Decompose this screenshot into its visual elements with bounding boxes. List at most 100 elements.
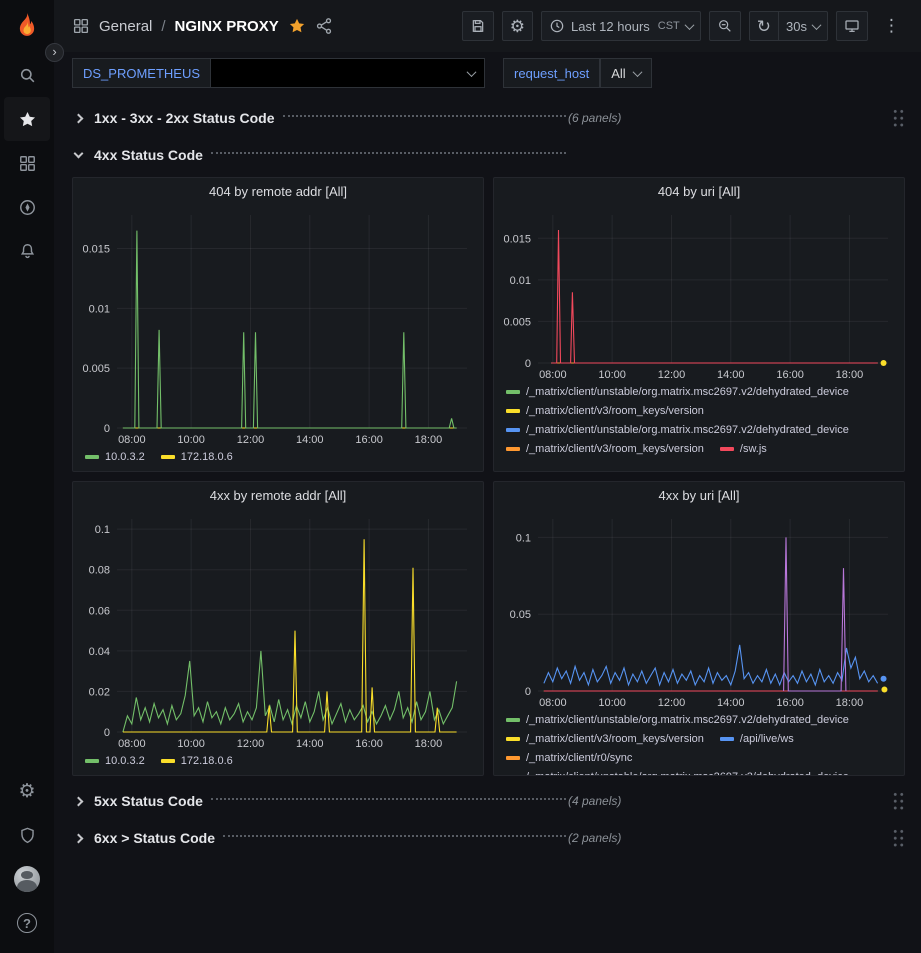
panel-title[interactable]: 4xx by uri [All]: [494, 482, 904, 510]
row-panel-count: (2 panels): [568, 831, 621, 845]
svg-text:12:00: 12:00: [237, 434, 265, 446]
kebab-icon: ⋮: [883, 16, 900, 36]
sidebar-item-profile[interactable]: [4, 857, 50, 901]
chevron-down-icon: [74, 149, 84, 159]
legend-swatch: [161, 455, 175, 459]
sidebar-item-dashboards[interactable]: [4, 141, 50, 185]
svg-text:08:00: 08:00: [118, 434, 146, 446]
panel-4xx-by-uri: 4xx by uri [All] 08:0010:0012:0014:0016:…: [493, 481, 905, 776]
svg-text:10:00: 10:00: [598, 369, 626, 381]
legend-item[interactable]: /_matrix/client/r0/sync: [506, 750, 632, 766]
legend-item[interactable]: 10.0.3.2: [85, 449, 145, 465]
sidebar-item-help[interactable]: ?: [4, 901, 50, 945]
datasource-variable-label[interactable]: DS_PROMETHEUS: [72, 58, 211, 88]
legend-item[interactable]: /_matrix/client/unstable/org.matrix.msc2…: [506, 769, 849, 776]
sidebar-expand-toggle[interactable]: ›: [45, 43, 64, 62]
legend-label: /sw.js: [740, 441, 767, 457]
row-drag-handle[interactable]: [892, 828, 905, 848]
legend-item[interactable]: /_matrix/client/v3/room_keys/version: [506, 403, 704, 419]
legend-label: /_matrix/client/r0/sync: [526, 750, 632, 766]
svg-text:0.015: 0.015: [82, 244, 110, 256]
row-left: 5xx Status Code: [72, 793, 568, 809]
panel-404-by-uri: 404 by uri [All] 08:0010:0012:0014:0016:…: [493, 177, 905, 472]
sidebar-item-configuration[interactable]: ⚙: [4, 769, 50, 813]
sidebar-item-search[interactable]: [4, 53, 50, 97]
legend-item[interactable]: /_matrix/client/v3/room_keys/version: [506, 731, 704, 747]
time-series-chart[interactable]: 08:0010:0012:0014:0016:0018:0000.0050.01…: [73, 206, 483, 447]
row-5xx-status-code[interactable]: 5xx Status Code (4 panels): [72, 786, 905, 816]
svg-text:0.04: 0.04: [89, 646, 110, 658]
legend-item[interactable]: 172.18.0.6: [161, 449, 233, 465]
share-icon[interactable]: [315, 17, 333, 35]
chevron-right-icon: [74, 833, 84, 843]
time-range-picker[interactable]: Last 12 hours CST: [541, 11, 701, 41]
request-host-value-text: All: [611, 66, 625, 81]
legend-item[interactable]: /_matrix/client/unstable/org.matrix.msc2…: [506, 384, 849, 400]
legend-item[interactable]: /sw.js: [720, 441, 767, 457]
legend-label: /_matrix/client/unstable/org.matrix.msc2…: [526, 422, 849, 438]
legend-swatch: [161, 759, 175, 763]
legend-item[interactable]: /_matrix/client/unstable/org.matrix.msc2…: [506, 712, 849, 728]
legend-swatch: [506, 775, 520, 776]
legend-item[interactable]: 172.18.0.6: [161, 753, 233, 769]
variables-submenu: DS_PROMETHEUS request_host All: [54, 52, 921, 96]
row-drag-handle[interactable]: [892, 791, 905, 811]
svg-text:08:00: 08:00: [118, 738, 146, 750]
dashboard-title[interactable]: NGINX PROXY: [175, 18, 279, 35]
breadcrumb-section[interactable]: General: [99, 18, 152, 35]
request-host-variable-value[interactable]: All: [600, 58, 651, 88]
legend-swatch: [85, 759, 99, 763]
row-1xx-3xx-2xx-status-code[interactable]: 1xx - 3xx - 2xx Status Code (6 panels): [72, 103, 905, 133]
sidebar-item-server-admin[interactable]: [4, 813, 50, 857]
row-title: 6xx > Status Code: [94, 830, 215, 846]
row-6xx-status-code[interactable]: 6xx > Status Code (2 panels): [72, 823, 905, 853]
dashboard-settings-button[interactable]: ⚙: [502, 11, 533, 41]
svg-text:12:00: 12:00: [237, 738, 265, 750]
legend-label: /_matrix/client/unstable/org.matrix.msc2…: [526, 384, 849, 400]
svg-text:0.02: 0.02: [89, 686, 110, 698]
legend-item[interactable]: /_matrix/client/v3/room_keys/version: [506, 441, 704, 457]
svg-text:0.005: 0.005: [82, 363, 110, 375]
panel-title[interactable]: 404 by uri [All]: [494, 178, 904, 206]
legend-item[interactable]: /_matrix/client/unstable/org.matrix.msc2…: [506, 422, 849, 438]
sidebar-item-alerting[interactable]: [4, 229, 50, 273]
legend-label: /_matrix/client/v3/room_keys/version: [526, 403, 704, 419]
favorite-star-icon[interactable]: [288, 17, 306, 35]
panel-title[interactable]: 4xx by remote addr [All]: [73, 482, 483, 510]
time-series-chart[interactable]: 08:0010:0012:0014:0016:0018:0000.020.040…: [73, 510, 483, 751]
grafana-logo[interactable]: [8, 7, 46, 45]
svg-text:18:00: 18:00: [836, 369, 864, 381]
tv-mode-button[interactable]: [836, 11, 868, 41]
row-4xx-status-code[interactable]: 4xx Status Code: [72, 140, 905, 170]
sidebar-item-starred[interactable]: [4, 97, 50, 141]
search-icon: [18, 66, 37, 85]
header-toolbar: ⚙ Last 12 hours CST ↻ 30s: [462, 11, 907, 41]
svg-text:14:00: 14:00: [717, 697, 745, 709]
chart-legend: /_matrix/client/unstable/org.matrix.msc2…: [494, 382, 904, 459]
row-title: 1xx - 3xx - 2xx Status Code: [94, 110, 275, 126]
legend-swatch: [506, 409, 520, 413]
request-host-variable-label[interactable]: request_host: [503, 58, 600, 88]
refresh-interval-dropdown[interactable]: 30s: [779, 11, 828, 41]
apps-grid-icon[interactable]: [72, 17, 90, 35]
legend-item[interactable]: /api/live/ws: [720, 731, 794, 747]
svg-text:0.06: 0.06: [89, 605, 110, 617]
datasource-variable-value[interactable]: [211, 58, 485, 88]
legend-label: /api/live/ws: [740, 731, 794, 747]
chevron-down-icon: [467, 67, 477, 77]
zoom-out-button[interactable]: [709, 11, 741, 41]
save-dashboard-button[interactable]: [462, 11, 494, 41]
time-series-chart[interactable]: 08:0010:0012:0014:0016:0018:0000.050.1: [494, 510, 904, 710]
more-options-button[interactable]: ⋮: [876, 11, 907, 41]
row-drag-handle[interactable]: [892, 108, 905, 128]
svg-text:10:00: 10:00: [598, 697, 626, 709]
legend-item[interactable]: 10.0.3.2: [85, 753, 145, 769]
svg-text:18:00: 18:00: [836, 697, 864, 709]
time-range-label: Last 12 hours: [571, 19, 650, 34]
row-title: 4xx Status Code: [94, 147, 203, 163]
panel-title[interactable]: 404 by remote addr [All]: [73, 178, 483, 206]
time-series-chart[interactable]: 08:0010:0012:0014:0016:0018:0000.0050.01…: [494, 206, 904, 382]
refresh-button[interactable]: ↻: [749, 11, 779, 41]
sidebar: ⚙ ?: [0, 0, 54, 953]
sidebar-item-explore[interactable]: [4, 185, 50, 229]
